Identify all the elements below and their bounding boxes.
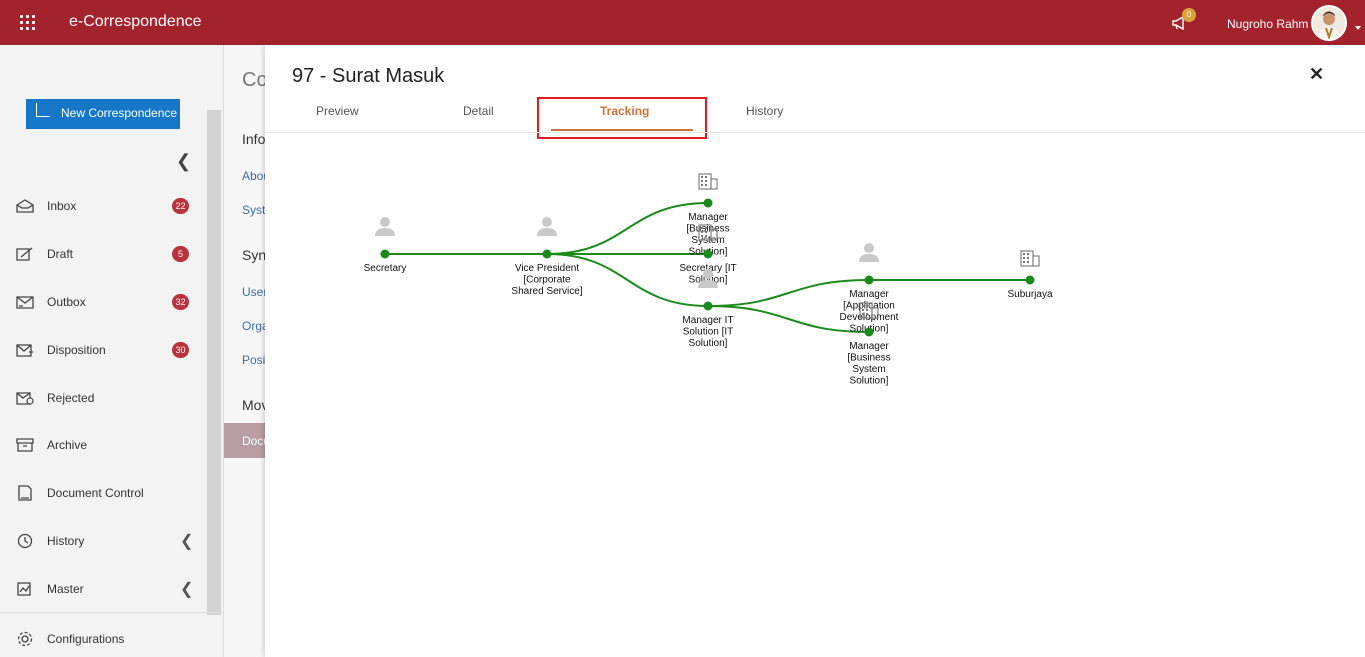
sidebar-item-label: Master <box>47 582 84 596</box>
tab-detail[interactable]: Detail <box>463 104 494 118</box>
sidebar-item-configurations[interactable]: Configurations <box>0 624 205 654</box>
top-bar: e-Correspondence 0 Nugroho Rahm <box>0 0 1365 45</box>
inbox-icon <box>16 199 34 213</box>
divider <box>0 612 224 613</box>
avatar[interactable] <box>1311 5 1347 41</box>
tracking-node-label: [Application <box>843 301 895 312</box>
user-name[interactable]: Nugroho Rahm <box>1227 17 1308 31</box>
building-icon <box>698 173 718 190</box>
tracking-node-label: Secretary <box>364 263 407 274</box>
tracking-graph: Secretary Vice President[CorporateShared … <box>364 173 1053 387</box>
background-link[interactable]: Posi <box>242 353 265 367</box>
tracking-node-label: Suburjaya <box>1007 289 1052 300</box>
tracking-node[interactable] <box>703 301 713 311</box>
sidebar-item-label: Configurations <box>47 632 125 646</box>
sidebar-item-label: Disposition <box>47 343 106 357</box>
sidebar-item-label: Inbox <box>47 199 77 213</box>
background-link[interactable]: Syst <box>242 203 265 217</box>
background-section-heading: Syn <box>242 247 267 263</box>
disposition-icon <box>16 344 33 357</box>
collapse-sidebar-chevron-icon[interactable]: ❮ <box>176 151 191 172</box>
sidebar-item-inbox[interactable]: Inbox 22 <box>0 191 205 221</box>
tracking-node-label: [Corporate <box>523 275 571 286</box>
document-modal: 97 - Surat Masuk ✕ Preview Detail Tracki… <box>265 45 1365 657</box>
sidebar-item-master[interactable]: Master ❮ <box>0 574 205 604</box>
archive-icon <box>16 438 34 452</box>
sidebar-item-rejected[interactable]: Rejected <box>0 383 205 413</box>
person-icon <box>537 217 557 236</box>
tracking-node-label: Manager <box>849 341 889 352</box>
notification-badge: 0 <box>1182 8 1196 22</box>
sidebar-item-history[interactable]: History ❮ <box>0 526 205 556</box>
new-correspondence-label: New Correspondence <box>61 106 178 120</box>
tab-history[interactable]: History <box>746 104 783 118</box>
sidebar-item-outbox[interactable]: Outbox 32 <box>0 287 205 317</box>
inbox-count-badge: 22 <box>172 198 189 214</box>
tracking-node-label: Manager IT <box>682 315 733 326</box>
sidebar-item-document-control[interactable]: Document Control <box>0 478 205 508</box>
tracking-node[interactable] <box>864 275 874 285</box>
disposition-count-badge: 30 <box>172 342 189 358</box>
tracking-node-label: System <box>852 364 885 375</box>
tracking-edge <box>546 253 709 307</box>
tracking-node-label: Solution] <box>850 376 889 387</box>
gear-icon <box>17 631 33 647</box>
new-correspondence-button[interactable]: New Correspondence <box>26 99 180 129</box>
sidebar-item-label: Outbox <box>47 295 86 309</box>
tracking-node-label: Vice President <box>515 263 580 274</box>
sidebar-item-label: History <box>47 534 85 548</box>
master-icon <box>17 582 31 596</box>
new-document-icon <box>36 103 50 117</box>
tracking-node-label: Solution [IT <box>683 327 734 338</box>
app-title: e-Correspondence <box>69 13 202 30</box>
tracking-node[interactable] <box>864 327 874 337</box>
person-icon <box>859 243 879 262</box>
apps-grid-icon[interactable] <box>20 15 36 31</box>
background-page-title: Co <box>242 69 268 91</box>
sidebar-item-disposition[interactable]: Disposition 30 <box>0 335 205 365</box>
background-link[interactable]: User <box>242 285 267 299</box>
tab-preview[interactable]: Preview <box>316 104 359 118</box>
draft-count-badge: 5 <box>172 246 189 262</box>
draft-icon <box>16 247 33 261</box>
sidebar-item-draft[interactable]: Draft 5 <box>0 239 205 269</box>
modal-title: 97 - Surat Masuk <box>292 65 445 87</box>
close-button[interactable]: ✕ <box>1309 64 1324 85</box>
document-control-icon <box>18 485 32 501</box>
tracking-node[interactable] <box>380 249 390 259</box>
tracking-node[interactable] <box>1025 275 1035 285</box>
rejected-icon <box>16 392 34 405</box>
sidebar-item-label: Document Control <box>47 486 144 500</box>
tracking-node[interactable] <box>703 249 713 259</box>
tracking-node-label: Manager <box>849 289 889 300</box>
sidebar-scrollbar[interactable] <box>207 110 221 615</box>
outbox-count-badge: 32 <box>172 294 189 310</box>
tracking-node-label: [Business <box>847 353 890 364</box>
building-icon <box>1020 250 1040 267</box>
tracking-node-label: Shared Service] <box>511 286 582 297</box>
tracking-edge <box>546 202 709 255</box>
tracking-node-label: Manager <box>688 212 728 223</box>
sidebar-item-label: Draft <box>47 247 74 261</box>
tracking-node-label: Solution] <box>689 338 728 349</box>
expand-chevron-icon[interactable]: ❮ <box>180 531 193 551</box>
sidebar-item-label: Rejected <box>47 391 95 405</box>
background-section-heading: Info <box>242 131 266 147</box>
background-selected-row[interactable]: Docu <box>224 423 268 458</box>
sidebar-item-label: Archive <box>47 438 88 452</box>
outbox-icon <box>16 296 34 309</box>
tracking-node[interactable] <box>703 198 713 208</box>
person-icon <box>375 217 395 236</box>
sidebar-item-archive[interactable]: Archive <box>0 430 205 460</box>
expand-chevron-icon[interactable]: ❮ <box>180 579 193 599</box>
avatar-image <box>1313 7 1345 39</box>
tracking-node[interactable] <box>542 249 552 259</box>
user-menu-caret-icon[interactable] <box>1355 26 1361 30</box>
background-settings-panel: Co Info Abou Syst Syn User Orga Posi Mov… <box>224 45 269 657</box>
history-icon <box>17 533 33 549</box>
